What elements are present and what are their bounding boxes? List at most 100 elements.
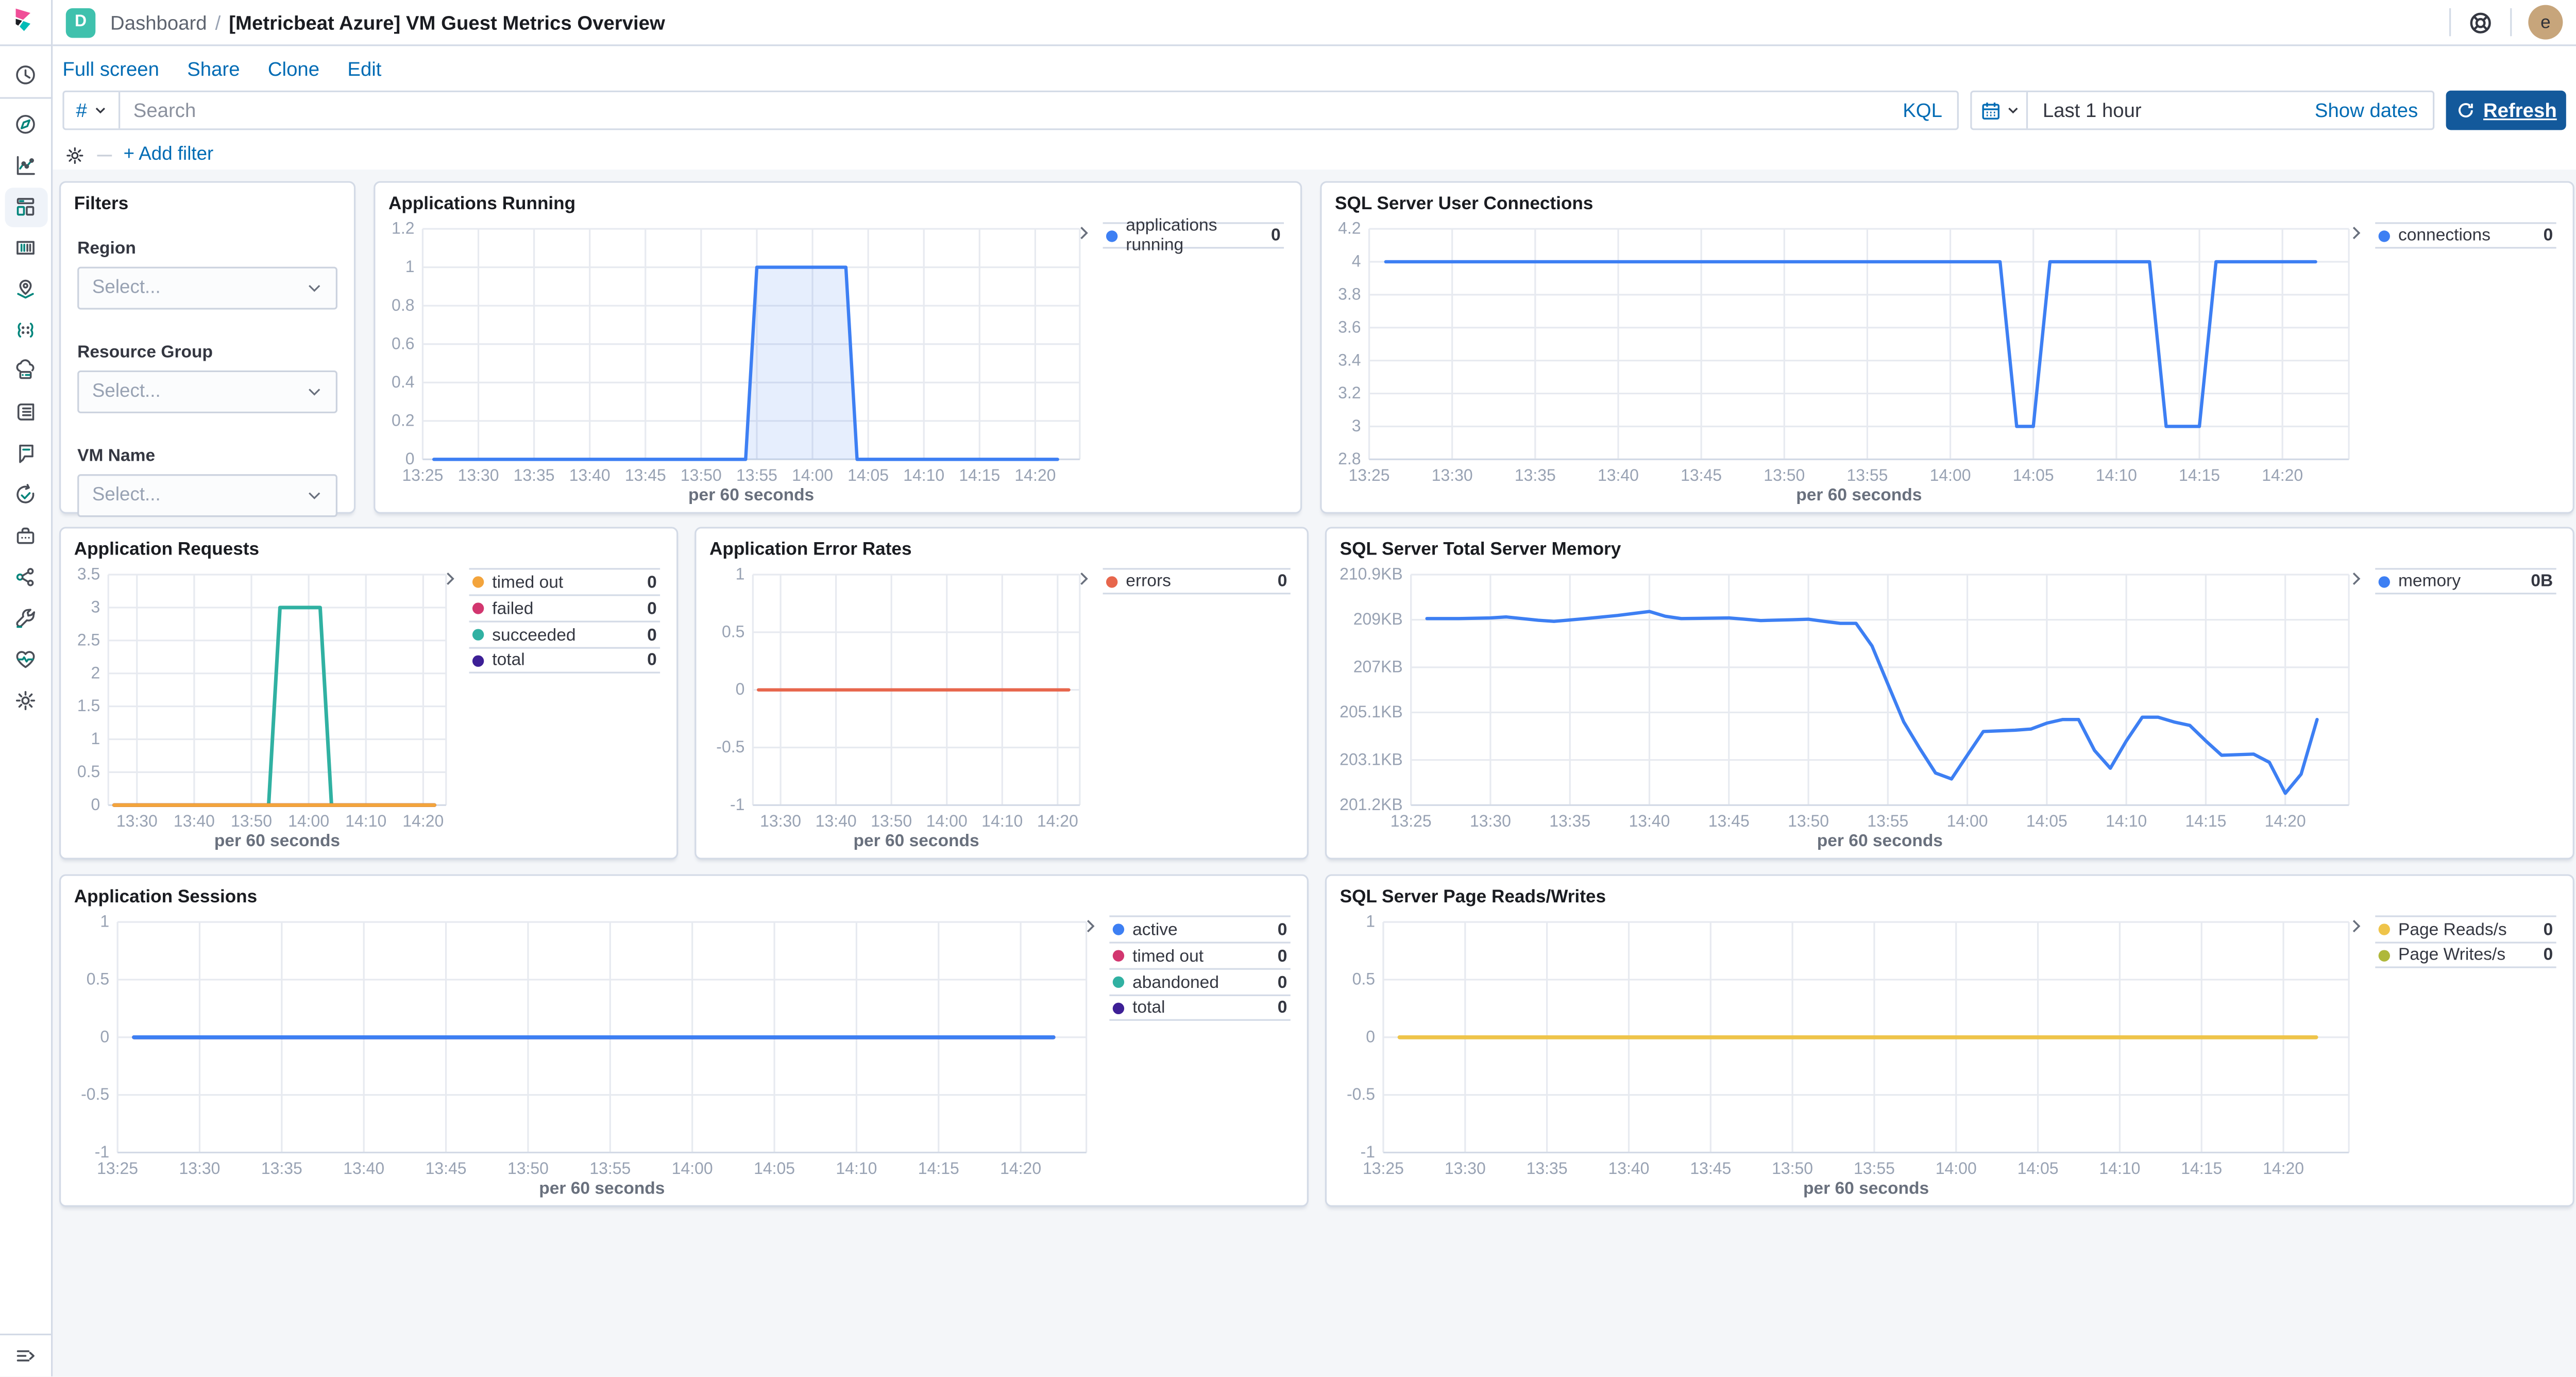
sidebar-item-dev-tools[interactable] <box>0 557 51 598</box>
resource-group-select[interactable]: Select... <box>77 371 337 413</box>
legend-label: abandoned <box>1132 972 1219 992</box>
svg-text:13:35: 13:35 <box>1549 812 1590 830</box>
filter-set-button[interactable]: # <box>64 92 121 128</box>
legend-expand-icon[interactable] <box>1076 572 1091 586</box>
svg-text:0.5: 0.5 <box>87 970 109 988</box>
chart-sql-page-reads-writes[interactable]: -1-0.500.5113:2513:3013:3513:4013:4513:5… <box>1330 909 2359 1202</box>
svg-text:0: 0 <box>100 1027 109 1046</box>
chart-application-requests[interactable]: 00.511.522.533.513:3013:4013:5014:0014:1… <box>64 561 456 854</box>
page-title: [Metricbeat Azure] VM Guest Metrics Over… <box>229 11 665 34</box>
chart-application-error-rates[interactable]: -1-0.500.5113:3013:4013:5014:0014:1014:2… <box>700 561 1090 854</box>
edit-button[interactable]: Edit <box>347 58 381 81</box>
legend-item[interactable]: errors0 <box>1103 568 1291 594</box>
sidebar-item-heartbeat[interactable] <box>0 639 51 680</box>
svg-text:13:35: 13:35 <box>261 1159 302 1178</box>
kql-language-button[interactable]: KQL <box>1888 99 1957 122</box>
panel-title: Applications Running <box>375 183 1300 214</box>
dashboard-grid: Filters Region Select... Resource Group … <box>53 170 2576 1376</box>
svg-text:3.5: 3.5 <box>77 565 100 583</box>
sidebar-item-maps[interactable] <box>0 268 51 310</box>
app-sidebar <box>0 0 53 1376</box>
svg-text:1: 1 <box>100 912 109 931</box>
svg-text:14:05: 14:05 <box>2013 466 2054 484</box>
svg-text:0.2: 0.2 <box>392 411 414 429</box>
dock-navigation-icon[interactable] <box>13 1344 38 1368</box>
legend-item[interactable]: active0 <box>1109 915 1290 942</box>
svg-text:14:00: 14:00 <box>926 812 968 830</box>
sidebar-item-siem[interactable] <box>0 515 51 557</box>
sidebar-divider <box>0 97 52 98</box>
chart-applications-running[interactable]: 00.20.40.60.811.213:2513:3013:3513:4013:… <box>379 216 1090 509</box>
legend-item[interactable]: Page Reads/s0 <box>2375 915 2556 942</box>
legend-item[interactable]: Page Writes/s0 <box>2375 942 2556 968</box>
legend-item[interactable]: failed0 <box>469 594 660 620</box>
legend-item[interactable]: connections0 <box>2375 222 2556 248</box>
legend-expand-icon[interactable] <box>2349 226 2364 241</box>
show-dates-button[interactable]: Show dates <box>2315 99 2433 122</box>
time-range-value[interactable]: Last 1 hour <box>2028 99 2142 122</box>
sidebar-item-stack-monitoring[interactable] <box>0 598 51 639</box>
svg-text:13:30: 13:30 <box>760 812 801 830</box>
sidebar-item-visualize[interactable] <box>0 145 51 186</box>
panel-application-sessions: Application Sessions -1-0.500.5113:2513:… <box>59 874 1309 1206</box>
search-input[interactable] <box>120 99 1888 122</box>
legend-expand-icon[interactable] <box>2349 572 2364 586</box>
svg-text:14:05: 14:05 <box>848 466 889 484</box>
refresh-button[interactable]: Refresh <box>2446 91 2566 130</box>
legend-item[interactable]: applications running0 <box>1103 222 1284 248</box>
legend-item[interactable]: timed out0 <box>469 568 660 594</box>
legend-item[interactable]: timed out0 <box>1109 942 1290 968</box>
legend-expand-icon[interactable] <box>1076 226 1091 241</box>
calendar-button[interactable] <box>1972 92 2028 128</box>
legend-expand-icon[interactable] <box>1083 919 1098 934</box>
sidebar-item-logs[interactable] <box>0 392 51 433</box>
sidebar-item-machine-learning[interactable] <box>0 310 51 351</box>
chart-application-sessions[interactable]: -1-0.500.5113:2513:3013:3513:4013:4513:5… <box>64 909 1096 1202</box>
chart-sql-user-connections[interactable]: 2.833.23.43.63.844.213:2513:3013:3513:40… <box>1325 216 2359 509</box>
user-avatar[interactable]: e <box>2528 5 2563 40</box>
legend-item[interactable]: total0 <box>1109 995 1290 1021</box>
breadcrumb-dashboard-link[interactable]: Dashboard <box>110 11 207 34</box>
legend-item[interactable]: abandoned0 <box>1109 968 1290 995</box>
sidebar-item-canvas[interactable] <box>0 227 51 268</box>
legend-item[interactable]: memory0B <box>2375 568 2556 594</box>
sidebar-item-stack-management[interactable] <box>0 680 51 721</box>
panel-title: Filters <box>61 183 354 214</box>
legend-label: total <box>492 650 524 670</box>
svg-text:per 60 seconds: per 60 seconds <box>854 831 979 850</box>
svg-text:0: 0 <box>1366 1027 1375 1046</box>
vm-name-select[interactable]: Select... <box>77 474 337 517</box>
svg-text:0.8: 0.8 <box>392 296 414 314</box>
svg-text:14:10: 14:10 <box>345 812 386 830</box>
add-filter-button[interactable]: + Add filter <box>124 145 214 164</box>
elastic-logo[interactable] <box>0 0 51 46</box>
chart-legend: applications running0 <box>1103 222 1284 248</box>
content-area: Full screen Share Clone Edit # KQL Last … <box>53 46 2576 1376</box>
legend-item[interactable]: succeeded0 <box>469 620 660 647</box>
sidebar-item-discover[interactable] <box>0 104 51 145</box>
legend-item[interactable]: total0 <box>469 647 660 674</box>
panel-title: Application Error Rates <box>696 529 1307 560</box>
share-button[interactable]: Share <box>187 58 240 81</box>
help-icon[interactable] <box>2467 9 2494 36</box>
svg-text:14:15: 14:15 <box>2181 1159 2222 1178</box>
svg-text:13:35: 13:35 <box>514 466 555 484</box>
sidebar-item-recently-viewed[interactable] <box>0 54 51 94</box>
svg-text:per 60 seconds: per 60 seconds <box>1803 1179 1929 1198</box>
sidebar-item-dashboard[interactable] <box>0 186 51 227</box>
full-screen-button[interactable]: Full screen <box>62 58 159 81</box>
chart-sql-total-server-memory[interactable]: 201.2KB203.1KB205.1KB207KB209KB210.9KB13… <box>1330 561 2359 854</box>
filter-options-gear-icon[interactable] <box>64 144 86 166</box>
legend-value: 0 <box>1271 226 1281 245</box>
legend-expand-icon[interactable] <box>443 572 457 586</box>
sidebar-item-apm[interactable] <box>0 433 51 474</box>
clone-button[interactable]: Clone <box>268 58 319 81</box>
space-badge[interactable]: D <box>66 7 96 37</box>
sidebar-item-metrics[interactable] <box>0 351 51 392</box>
region-select[interactable]: Select... <box>77 267 337 310</box>
breadcrumb: Dashboard / [Metricbeat Azure] VM Guest … <box>110 11 665 34</box>
series-color-dot <box>2379 949 2390 961</box>
svg-text:14:15: 14:15 <box>959 466 1000 484</box>
legend-expand-icon[interactable] <box>2349 919 2364 934</box>
sidebar-item-uptime[interactable] <box>0 474 51 515</box>
